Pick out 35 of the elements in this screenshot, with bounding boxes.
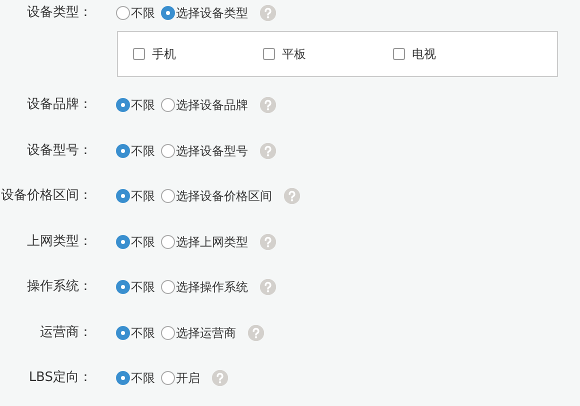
checkbox-option[interactable]: 手机 [133, 45, 263, 63]
help-icon[interactable] [260, 279, 276, 295]
radio-option[interactable]: 不限 [116, 142, 155, 160]
field-label: 上网类型： [26, 232, 92, 251]
field-label: 设备价格区间： [0, 187, 92, 206]
help-icon[interactable] [260, 142, 276, 158]
help-icon[interactable] [248, 324, 264, 340]
help-icon[interactable] [284, 188, 300, 204]
radio-option[interactable]: 不限 [116, 324, 155, 342]
radio-option[interactable]: 选择设备型号 [161, 142, 248, 160]
field-label: 设备类型： [26, 4, 92, 22]
radio-option[interactable]: 不限 [116, 369, 155, 387]
help-icon[interactable] [260, 5, 276, 21]
field-label: 操作系统： [26, 278, 92, 296]
radio-option[interactable]: 不限 [116, 232, 155, 250]
radio-option[interactable]: 选择设备价格区间 [161, 187, 272, 205]
field-label: LBS定向： [28, 369, 92, 388]
help-icon[interactable] [260, 234, 276, 250]
radio-option[interactable]: 不限 [116, 96, 155, 114]
radio-option[interactable]: 不限 [116, 187, 155, 205]
checkbox-option[interactable]: 平板 [263, 45, 393, 63]
radio-option[interactable]: 选择操作系统 [161, 278, 248, 296]
field-label: 运营商： [39, 324, 92, 342]
help-icon[interactable] [212, 370, 228, 386]
checkbox-option[interactable]: 电视 [393, 45, 523, 63]
radio-option[interactable]: 开启 [161, 369, 200, 387]
radio-option[interactable]: 选择运营商 [161, 324, 236, 342]
field-label: 设备品牌： [26, 96, 92, 114]
radio-option[interactable]: 选择上网类型 [161, 232, 248, 250]
radio-option[interactable]: 不限 [116, 4, 155, 22]
help-icon[interactable] [260, 97, 276, 113]
radio-option[interactable]: 不限 [116, 278, 155, 296]
field-label: 设备型号： [26, 142, 92, 160]
radio-option[interactable]: 选择设备品牌 [161, 96, 248, 114]
radio-option[interactable]: 选择设备类型 [161, 4, 248, 22]
